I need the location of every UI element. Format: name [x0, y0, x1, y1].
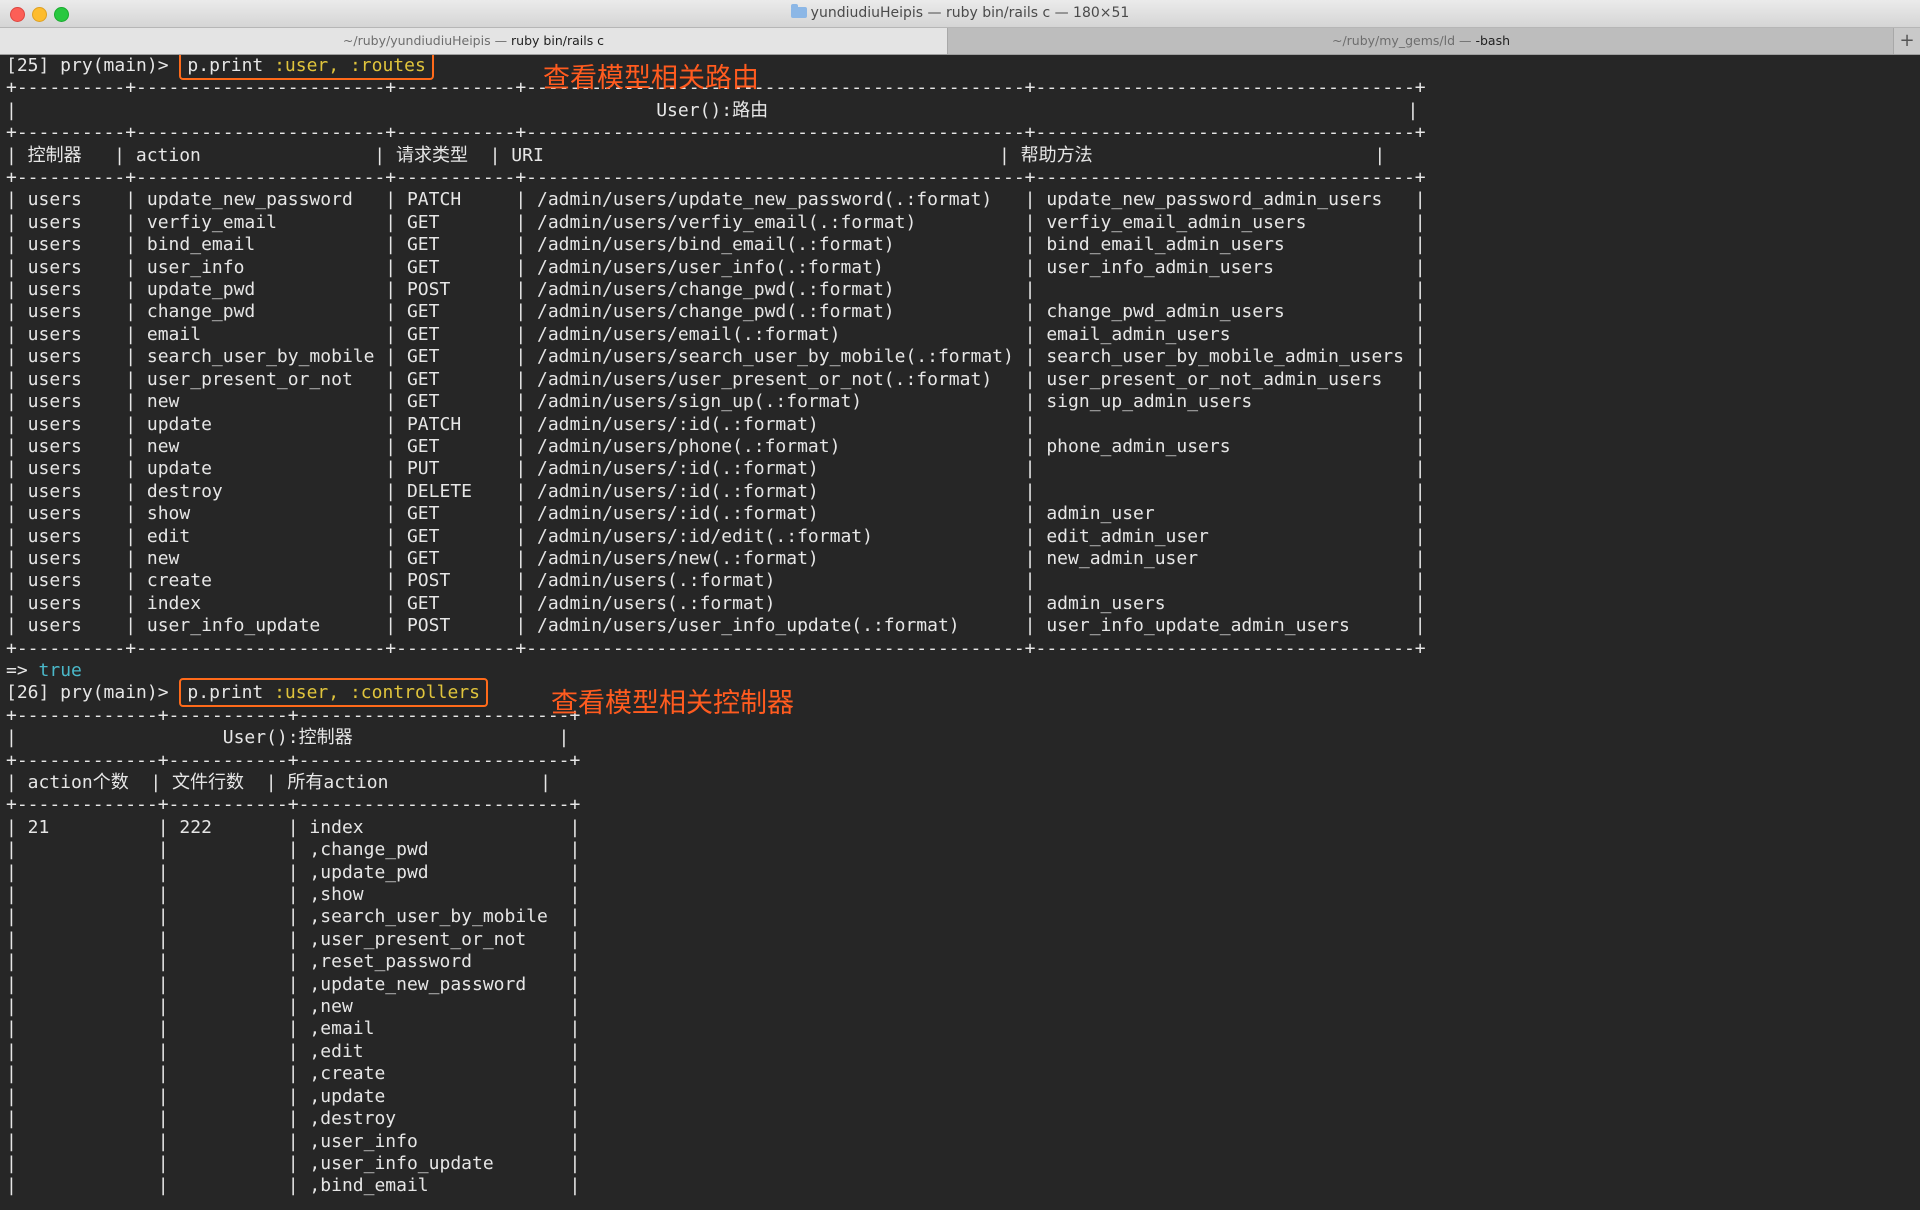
title-bar[interactable]: yundiudiuHeipis — ruby bin/rails c — 180…: [0, 0, 1920, 28]
table-border: +-------------+-----------+-------------…: [6, 794, 581, 816]
table-row: | | | ,new |: [6, 996, 581, 1018]
table-row: | | | ,update |: [6, 1085, 581, 1107]
table-row: | | | ,update_new_password |: [6, 973, 581, 995]
table-row: | | | ,search_user_by_mobile |: [6, 906, 581, 928]
table-border: +----------+-----------------------+----…: [6, 637, 1426, 659]
table-row: | users | update | PUT | /admin/users/:i…: [6, 458, 1426, 480]
table-row: | 21 | 222 | index |: [6, 816, 581, 838]
table-row: | users | user_present_or_not | GET | /a…: [6, 368, 1426, 390]
terminal-window: yundiudiuHeipis — ruby bin/rails c — 180…: [0, 0, 1920, 1210]
table-row: | users | new | GET | /admin/users/sign_…: [6, 391, 1426, 413]
tab-process: ruby bin/rails c: [511, 33, 605, 48]
table-title-row: | User():路由 |: [6, 99, 1419, 121]
table-row: | users | index | GET | /admin/users(.:f…: [6, 592, 1426, 614]
new-tab-button[interactable]: +: [1893, 28, 1920, 54]
table-row: | users | new | GET | /admin/users/phone…: [6, 435, 1426, 457]
table-row: | users | user_info | GET | /admin/users…: [6, 256, 1426, 278]
table-row: | users | create | POST | /admin/users(.…: [6, 570, 1426, 592]
table-row: | | | ,user_present_or_not |: [6, 928, 581, 950]
table-header-row: | action个数 | 文件行数 | 所有action |: [6, 772, 551, 793]
table-row: | users | email | GET | /admin/users/ema…: [6, 323, 1426, 345]
table-border: +----------+-----------------------+----…: [6, 122, 1426, 144]
tab-process: -bash: [1475, 33, 1511, 48]
table-border: +-------------+-----------+-------------…: [6, 749, 581, 771]
table-row: | users | show | GET | /admin/users/:id(…: [6, 503, 1426, 525]
tab-path: ~/ruby/yundiudiuHeipis —: [342, 33, 512, 48]
table-row: | | | ,edit |: [6, 1040, 581, 1062]
table-row: | users | search_user_by_mobile | GET | …: [6, 346, 1426, 368]
table-row: | users | user_info_update | POST | /adm…: [6, 615, 1426, 637]
table-row: | users | edit | GET | /admin/users/:id/…: [6, 525, 1426, 547]
highlighted-command: p.print :user, :routes: [179, 55, 434, 80]
annotation-controllers: 查看模型相关控制器: [551, 688, 794, 719]
table-row: | users | change_pwd | GET | /admin/user…: [6, 301, 1426, 323]
console-prompt: [26] pry(main)> p.print :user, :controll…: [6, 678, 488, 708]
table-border: +----------+-----------------------+----…: [6, 167, 1426, 189]
table-row: | | | ,create |: [6, 1063, 581, 1085]
table-row: | users | update_pwd | POST | /admin/use…: [6, 279, 1426, 301]
table-row: | | | ,show |: [6, 884, 581, 906]
table-title-row: | User():控制器 |: [6, 727, 570, 749]
table-border: +-------------+-----------+-------------…: [6, 704, 581, 726]
table-row: | | | ,destroy |: [6, 1108, 581, 1130]
terminal-output[interactable]: [25] pry(main)> p.print :user, :routes +…: [0, 55, 1920, 1198]
folder-icon: [790, 4, 807, 18]
table-row: | users | verfiy_email | GET | /admin/us…: [6, 211, 1426, 233]
tab-path: ~/ruby/my_gems/ld —: [1331, 33, 1476, 48]
table-row: | users | destroy | DELETE | /admin/user…: [6, 480, 1426, 502]
window-title-text: yundiudiuHeipis — ruby bin/rails c — 180…: [810, 5, 1130, 21]
table-row: | users | new | GET | /admin/users/new(.…: [6, 547, 1426, 569]
table-row: | users | update_new_password | PATCH | …: [6, 189, 1426, 211]
table-row: | | | ,bind_email |: [6, 1175, 581, 1197]
console-prompt: [25] pry(main)> p.print :user, :routes: [6, 55, 434, 80]
tab-bar: ~/ruby/yundiudiuHeipis — ruby bin/rails …: [0, 28, 1920, 55]
table-row: | | | ,change_pwd |: [6, 839, 581, 861]
table-row: | | | ,user_info |: [6, 1130, 581, 1152]
tab-rails-console[interactable]: ~/ruby/yundiudiuHeipis — ruby bin/rails …: [0, 28, 947, 54]
table-row: | | | ,update_pwd |: [6, 861, 581, 883]
console-result: => true: [6, 659, 82, 681]
tab-bash[interactable]: ~/ruby/my_gems/ld — -bash: [947, 28, 1894, 54]
highlighted-command: p.print :user, :controllers: [179, 678, 488, 708]
table-row: | | | ,email |: [6, 1018, 581, 1040]
table-header-row: | 控制器 | action | 请求类型 | URI | 帮助方法 |: [6, 144, 1386, 166]
table-row: | users | bind_email | GET | /admin/user…: [6, 234, 1426, 256]
window-title: yundiudiuHeipis — ruby bin/rails c — 180…: [0, 0, 1920, 27]
annotation-routes: 查看模型相关路由: [543, 63, 759, 94]
table-row: | | | ,reset_password |: [6, 951, 581, 973]
table-row: | | | ,user_info_update |: [6, 1152, 581, 1174]
terminal-content[interactable]: [25] pry(main)> p.print :user, :routes +…: [0, 55, 1920, 1210]
table-row: | users | update | PATCH | /admin/users/…: [6, 413, 1426, 435]
